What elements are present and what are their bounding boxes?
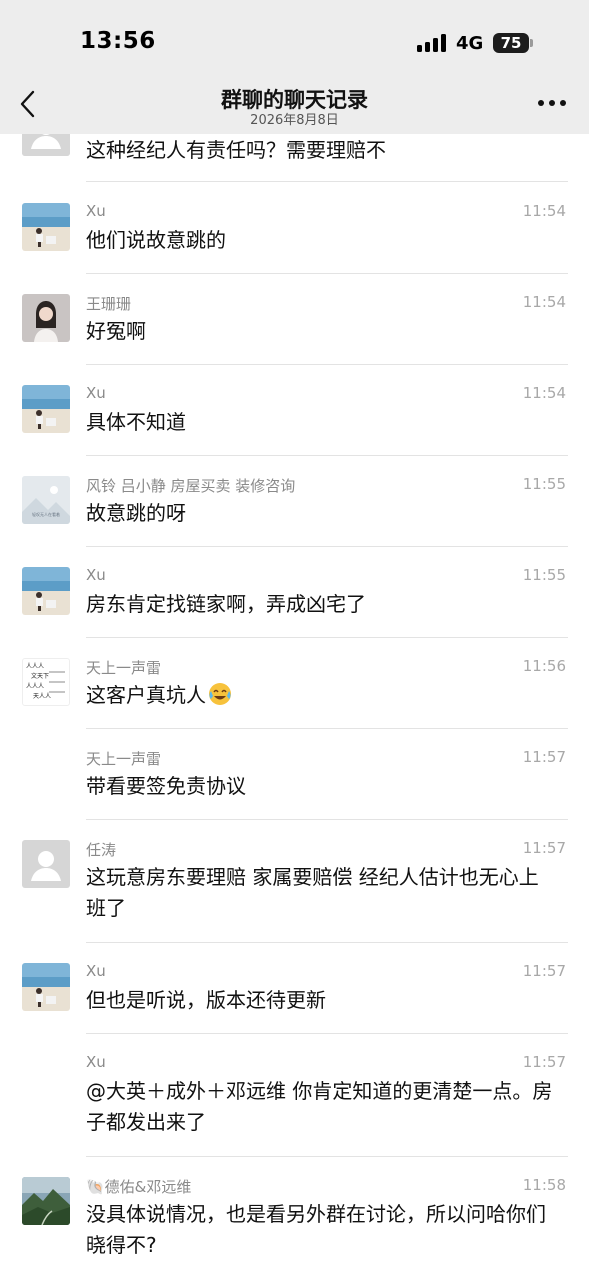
message-time: 11:56	[522, 657, 566, 675]
chat-message[interactable]: Xu 11:57 @大英＋成外＋邓远维 你肯定知道的更清楚一点。房子都发出来了	[0, 1034, 589, 1157]
sender-name[interactable]: Xu	[86, 1053, 106, 1071]
beach-photo-avatar[interactable]	[22, 385, 70, 433]
chat-message[interactable]: 轻叹无人在看着 风铃 吕小静 房屋买卖 装修咨询 11:55 故意跳的呀	[0, 456, 589, 547]
chat-message[interactable]: Xu 11:55 房东肯定找链家啊，弄成凶宅了	[0, 547, 589, 638]
page-subtitle-date: 2026年8月8日	[250, 113, 339, 128]
battery-terminal	[530, 39, 533, 47]
battery-icon: 75	[493, 33, 529, 53]
portrait-photo-avatar[interactable]	[22, 294, 70, 342]
chat-message[interactable]: Xu 11:57 但也是听说，版本还待更新	[0, 943, 589, 1034]
chat-message[interactable]: Xu 11:54 他们说故意跳的	[0, 183, 589, 274]
message-time: 11:54	[522, 293, 566, 311]
network-type: 4G	[456, 33, 484, 54]
figures-chart-avatar[interactable]: 人人人 文天下 人人人 天人人	[22, 658, 70, 706]
message-time: 11:57	[522, 962, 566, 980]
chat-message[interactable]: Xu 11:54 具体不知道	[0, 365, 589, 456]
sender-name[interactable]: 任涛	[86, 839, 116, 860]
sender-name[interactable]: 王珊珊	[86, 293, 131, 314]
navigation-header: 13:56 4G 75 群聊的聊天记录 2026年8月8日	[0, 0, 589, 134]
sender-name[interactable]: Xu	[86, 962, 106, 980]
mountain-photo-avatar[interactable]	[22, 1177, 70, 1225]
svg-text:人人人: 人人人	[26, 663, 44, 670]
message-text: 具体不知道	[86, 410, 186, 434]
landscape-placeholder-avatar[interactable]: 轻叹无人在看着	[22, 476, 70, 524]
message-text-content: 这客户真坑人	[86, 683, 206, 707]
sender-name[interactable]: 天上一声雷	[86, 657, 161, 678]
sender-name[interactable]: 🐚德佑&邓远维	[86, 1176, 191, 1197]
message-time: 11:58	[522, 1176, 566, 1194]
message-text: 没具体说情况，也是看另外群在讨论，所以问哈你们晓得不?	[86, 1202, 546, 1257]
message-text: 故意跳的呀	[86, 501, 186, 525]
message-text: 这客户真坑人	[86, 680, 558, 711]
signal-strength-icon	[417, 34, 449, 52]
message-text: 这玩意房东要理赔 家属要赔偿 经纪人估计也无心上班了	[86, 865, 539, 920]
message-text: 这种经纪人有责任吗？需要理赔不	[86, 138, 386, 162]
chat-message[interactable]: 王珊珊 11:54 好冤啊	[0, 274, 589, 365]
message-text: 但也是听说，版本还待更新	[86, 988, 326, 1012]
chat-history-list[interactable]: 这种经纪人有责任吗？需要理赔不 Xu 11:54 他们说故意跳的 王珊珊 11:…	[0, 0, 589, 1280]
chat-message[interactable]: 人人人 文天下 人人人 天人人 天上一声雷 11:56 这客户真坑人	[0, 638, 589, 729]
chat-message[interactable]: 🐚德佑&邓远维 11:58 没具体说情况，也是看另外群在讨论，所以问哈你们晓得不…	[0, 1157, 589, 1280]
chat-message[interactable]: 天上一声雷 11:57 带看要签免责协议	[0, 729, 589, 820]
message-text: 他们说故意跳的	[86, 228, 226, 252]
sender-name[interactable]: Xu	[86, 384, 106, 402]
message-text: 好冤啊	[86, 319, 146, 343]
more-dot-icon	[560, 100, 566, 106]
message-time: 11:57	[522, 1053, 566, 1071]
message-time: 11:55	[522, 566, 566, 584]
beach-photo-avatar[interactable]	[22, 567, 70, 615]
more-dot-icon	[538, 100, 544, 106]
message-text: 带看要签免责协议	[86, 774, 246, 798]
svg-text:人人人: 人人人	[26, 683, 44, 690]
more-dot-icon	[549, 100, 555, 106]
avatar-caption: 轻叹无人在看着	[32, 512, 60, 517]
status-time: 13:56	[80, 28, 156, 54]
beach-photo-avatar[interactable]	[22, 963, 70, 1011]
chat-message[interactable]: 任涛 11:57 这玩意房东要理赔 家属要赔偿 经纪人估计也无心上班了	[0, 820, 589, 943]
sender-name[interactable]: Xu	[86, 202, 106, 220]
message-time: 11:57	[522, 839, 566, 857]
message-time: 11:54	[522, 202, 566, 220]
laughing-crying-emoji-icon	[209, 683, 231, 705]
message-divider	[86, 181, 568, 182]
sender-name[interactable]: 风铃 吕小静 房屋买卖 装修咨询	[86, 475, 295, 496]
svg-text:天人人: 天人人	[33, 693, 51, 700]
beach-photo-avatar[interactable]	[22, 203, 70, 251]
message-text: @大英＋成外＋邓远维 你肯定知道的更清楚一点。房子都发出来了	[86, 1079, 553, 1134]
sender-name[interactable]: 天上一声雷	[86, 748, 161, 769]
sender-name[interactable]: Xu	[86, 566, 106, 584]
default-avatar[interactable]	[22, 840, 70, 888]
message-text: 房东肯定找链家啊，弄成凶宅了	[86, 592, 366, 616]
message-time: 11:54	[522, 384, 566, 402]
message-time: 11:57	[522, 748, 566, 766]
more-options-button[interactable]	[538, 100, 566, 108]
svg-text:文天下: 文天下	[31, 672, 49, 680]
message-time: 11:55	[522, 475, 566, 493]
